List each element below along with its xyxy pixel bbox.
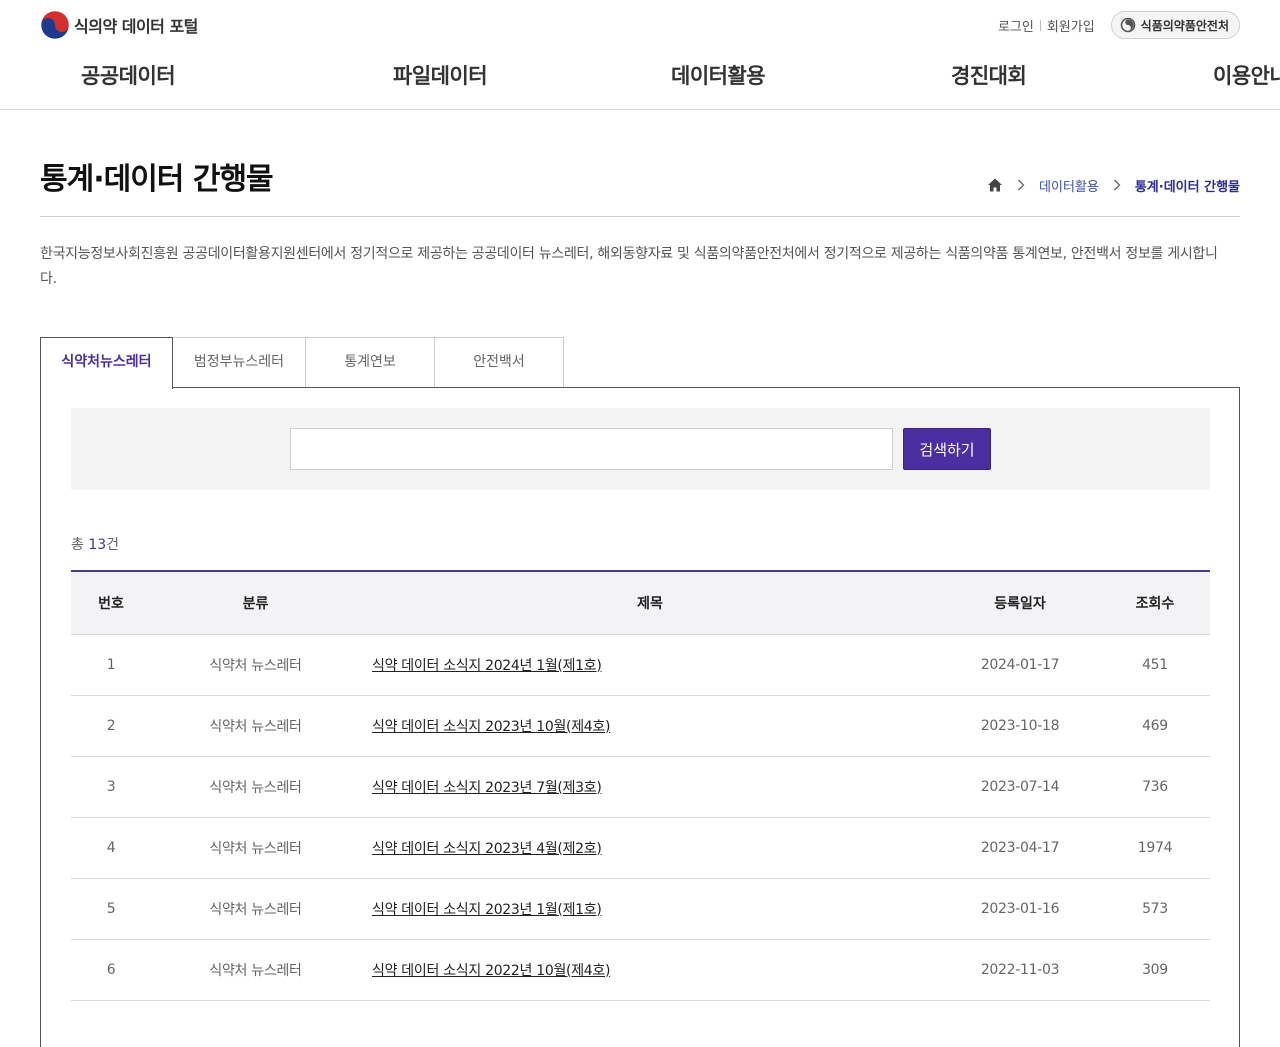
mfds-logo-icon	[1120, 17, 1135, 33]
row-title-link[interactable]: 식약 데이터 소식지 2023년 7월(제3호)	[372, 780, 602, 796]
row-views: 573	[1100, 878, 1210, 940]
total-count: 총 13건	[71, 534, 119, 554]
nav-file-data[interactable]: 파일데이터	[393, 56, 488, 96]
col-header-date: 등록일자	[940, 570, 1100, 635]
mfds-site-label: 식품의약품안전처	[1140, 18, 1229, 33]
total-number: 13	[88, 537, 107, 553]
row-date: 2022-11-03	[940, 939, 1100, 1001]
breadcrumb: 데이터활용 통계·데이터 간행물	[987, 174, 1240, 196]
row-date: 2023-04-17	[940, 817, 1100, 879]
home-icon[interactable]	[987, 177, 1003, 193]
row-category: 식약처 뉴스레터	[151, 756, 360, 818]
chevron-right-icon	[1113, 179, 1121, 191]
row-date: 2024-01-17	[940, 634, 1100, 696]
breadcrumb-current: 통계·데이터 간행물	[1134, 179, 1240, 195]
row-number: 5	[71, 878, 151, 940]
row-title-cell: 식약 데이터 소식지 2022년 10월(제4호)	[360, 939, 940, 1001]
row-category: 식약처 뉴스레터	[151, 695, 360, 757]
nav-contest[interactable]: 경진대회	[951, 56, 1027, 96]
login-link[interactable]: 로그인	[992, 16, 1040, 35]
tab-mfds-newsletter[interactable]: 식약처뉴스레터	[40, 337, 173, 389]
total-suffix: 건	[106, 537, 120, 553]
row-title-cell: 식약 데이터 소식지 2024년 1월(제1호)	[360, 634, 940, 696]
search-area: 검색하기	[71, 408, 1210, 490]
tab-statistics-yearbook[interactable]: 통계연보	[305, 337, 435, 388]
publication-table: 번호 분류 제목 등록일자 조회수 1 식약처 뉴스레터 식약 데이터 소식지 …	[71, 570, 1210, 1001]
row-number: 3	[71, 756, 151, 818]
mfds-site-link[interactable]: 식품의약품안전처	[1110, 11, 1240, 39]
row-views: 469	[1100, 695, 1210, 757]
tab-gov-newsletter[interactable]: 범정부뉴스레터	[172, 337, 306, 388]
table-header-row: 번호 분류 제목 등록일자 조회수	[71, 570, 1210, 635]
row-title-link[interactable]: 식약 데이터 소식지 2023년 10월(제4호)	[372, 719, 610, 735]
title-divider	[40, 216, 1240, 217]
row-category: 식약처 뉴스레터	[151, 939, 360, 1001]
chevron-right-icon	[1018, 179, 1025, 191]
row-number: 4	[71, 817, 151, 879]
page-title: 통계·데이터 간행물	[40, 162, 274, 197]
nav-data-usage[interactable]: 데이터활용	[671, 56, 766, 96]
row-title-cell: 식약 데이터 소식지 2023년 4월(제2호)	[360, 817, 940, 879]
row-views: 451	[1100, 634, 1210, 696]
tab-panel: 검색하기 총 13건 번호 분류 제목 등록일자 조회수 1 식약처 뉴스레터	[40, 387, 1240, 1047]
site-header: 식의약 데이터 포털 로그인 회원가입 식품의약품안전처 공공데이터 파일데이터…	[0, 0, 1280, 110]
table-row: 6 식약처 뉴스레터 식약 데이터 소식지 2022년 10월(제4호) 202…	[71, 939, 1210, 1001]
search-button[interactable]: 검색하기	[903, 428, 991, 470]
row-category: 식약처 뉴스레터	[151, 817, 360, 879]
logo-text: 식의약 데이터 포털	[74, 17, 198, 36]
table-row: 5 식약처 뉴스레터 식약 데이터 소식지 2023년 1월(제1호) 2023…	[71, 878, 1210, 940]
row-title-cell: 식약 데이터 소식지 2023년 1월(제1호)	[360, 878, 940, 940]
row-views: 309	[1100, 939, 1210, 1001]
row-category: 식약처 뉴스레터	[151, 878, 360, 940]
tab-safety-whitepaper[interactable]: 안전백서	[434, 337, 564, 388]
total-prefix: 총	[71, 537, 89, 553]
row-title-link[interactable]: 식약 데이터 소식지 2023년 4월(제2호)	[372, 841, 602, 857]
col-header-category: 분류	[151, 570, 360, 635]
row-date: 2023-10-18	[940, 695, 1100, 757]
main-navigation: 공공데이터 파일데이터 데이터활용 경진대회 이용안내	[0, 56, 1280, 96]
col-header-number: 번호	[71, 570, 151, 635]
row-title-link[interactable]: 식약 데이터 소식지 2023년 1월(제1호)	[372, 902, 602, 918]
row-category: 식약처 뉴스레터	[151, 634, 360, 696]
signup-link[interactable]: 회원가입	[1041, 16, 1101, 35]
breadcrumb-data-usage[interactable]: 데이터활용	[1039, 176, 1099, 195]
col-header-views: 조회수	[1100, 570, 1210, 635]
row-title-cell: 식약 데이터 소식지 2023년 7월(제3호)	[360, 756, 940, 818]
table-row: 2 식약처 뉴스레터 식약 데이터 소식지 2023년 10월(제4호) 202…	[71, 695, 1210, 757]
table-row: 3 식약처 뉴스레터 식약 데이터 소식지 2023년 7월(제3호) 2023…	[71, 756, 1210, 818]
utility-menu: 로그인 회원가입 식품의약품안전처	[992, 11, 1240, 39]
taegeuk-logo-icon	[40, 10, 70, 40]
row-date: 2023-01-16	[940, 878, 1100, 940]
row-title-link[interactable]: 식약 데이터 소식지 2024년 1월(제1호)	[372, 658, 602, 674]
row-views: 1974	[1100, 817, 1210, 879]
row-number: 2	[71, 695, 151, 757]
table-row: 1 식약처 뉴스레터 식약 데이터 소식지 2024년 1월(제1호) 2024…	[71, 634, 1210, 696]
table-row: 4 식약처 뉴스레터 식약 데이터 소식지 2023년 4월(제2호) 2023…	[71, 817, 1210, 879]
nav-public-data[interactable]: 공공데이터	[81, 56, 176, 96]
site-logo[interactable]: 식의약 데이터 포털	[40, 10, 198, 40]
row-number: 1	[71, 634, 151, 696]
search-input[interactable]	[290, 428, 893, 470]
page-description: 한국지능정보사회진흥원 공공데이터활용지원센터에서 정기적으로 제공하는 공공데…	[40, 246, 1218, 287]
row-number: 6	[71, 939, 151, 1001]
row-title-link[interactable]: 식약 데이터 소식지 2022년 10월(제4호)	[372, 963, 610, 979]
nav-guide[interactable]: 이용안내	[1213, 56, 1280, 96]
row-title-cell: 식약 데이터 소식지 2023년 10월(제4호)	[360, 695, 940, 757]
col-header-title: 제목	[360, 570, 940, 635]
row-views: 736	[1100, 756, 1210, 818]
row-date: 2023-07-14	[940, 756, 1100, 818]
